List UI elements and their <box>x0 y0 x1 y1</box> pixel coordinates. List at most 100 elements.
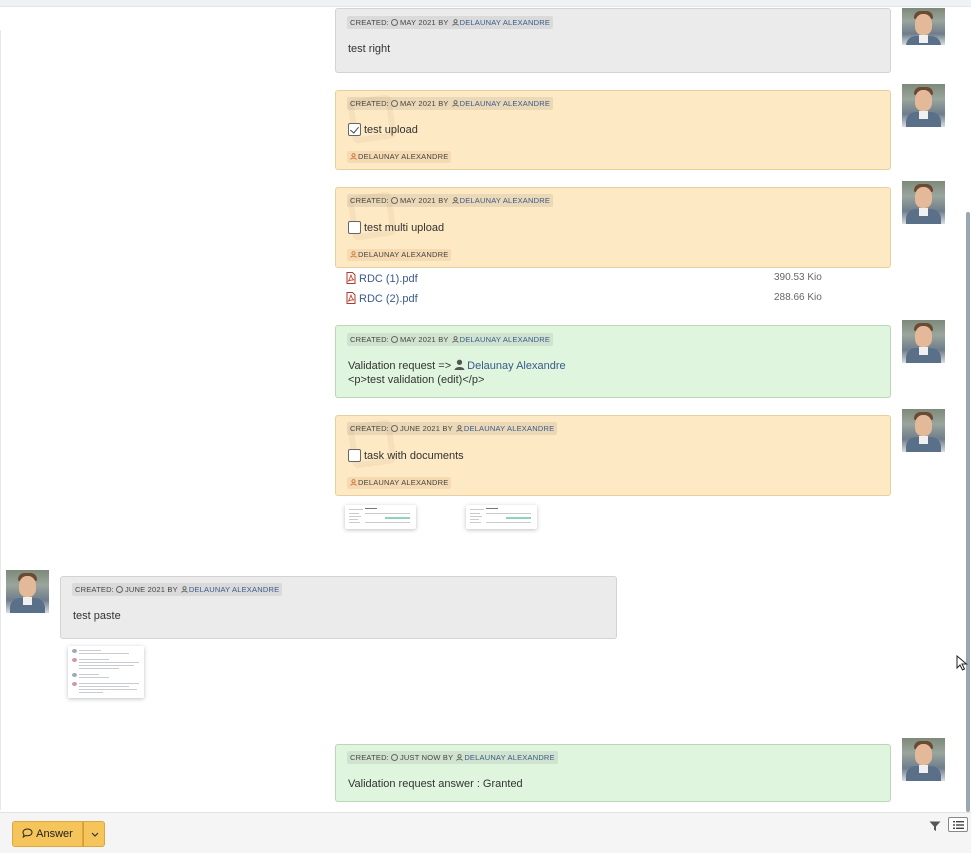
user-icon <box>181 586 188 593</box>
message-meta: CREATED: MAY 2021 BY DELAUNAY ALEXANDRE <box>347 97 554 110</box>
vertical-scrollbar[interactable] <box>966 212 970 812</box>
user-icon <box>451 336 459 343</box>
message-text: test right <box>348 43 391 55</box>
avatar <box>902 8 945 45</box>
filter-icon[interactable] <box>929 819 941 831</box>
by-label: BY <box>438 18 449 27</box>
clock-icon <box>115 586 123 593</box>
task-card: CREATED: MAY 2021 BY DELAUNAY ALEXANDRE te… <box>335 90 891 170</box>
clock-icon <box>390 197 398 204</box>
bottom-toolbar: Answer <box>0 812 971 853</box>
user-icon <box>454 359 465 370</box>
mouse-cursor-icon <box>956 654 968 671</box>
created-label: CREATED: <box>350 424 389 433</box>
created-label: CREATED: <box>350 99 389 108</box>
clock-icon <box>390 754 398 761</box>
task-text: test upload <box>364 124 418 136</box>
assignee-badge: DELAUNAY ALEXANDRE <box>347 151 452 163</box>
author-link[interactable]: DELAUNAY ALEXANDRE <box>460 196 550 205</box>
message-card: CREATED: JUNE 2021 BY DELAUNAY ALEXANDRE t… <box>60 576 617 639</box>
created-date: JUST NOW <box>399 753 441 762</box>
file-link[interactable]: RDC (1).pdf <box>359 273 418 285</box>
avatar <box>902 84 945 127</box>
message-meta: CREATED: JUNE 2021 BY DELAUNAY ALEXANDRE <box>347 422 558 435</box>
user-icon <box>350 251 357 258</box>
by-label: BY <box>442 424 453 433</box>
clock-icon <box>390 100 398 107</box>
user-icon <box>451 19 459 26</box>
by-label: BY <box>442 753 454 762</box>
clock-icon <box>390 19 398 26</box>
created-date: MAY 2021 <box>399 18 436 27</box>
avatar <box>902 320 945 363</box>
created-label: CREATED: <box>350 335 389 344</box>
validation-answer-card: CREATED: JUST NOW BY DELAUNAY ALEXANDRE Va… <box>335 744 891 802</box>
user-icon <box>456 425 463 432</box>
speech-bubble-icon <box>22 823 33 839</box>
created-label: CREATED: <box>350 753 389 762</box>
message-text: test paste <box>73 610 121 622</box>
created-date: JUNE 2021 <box>124 585 166 594</box>
created-label: CREATED: <box>350 196 389 205</box>
author-link[interactable]: DELAUNAY ALEXANDRE <box>460 99 550 108</box>
by-label: BY <box>438 335 449 344</box>
document-thumbnail[interactable] <box>466 505 537 529</box>
user-icon <box>451 197 459 204</box>
avatar <box>902 409 945 452</box>
by-label: BY <box>167 585 178 594</box>
created-date: JUNE 2021 <box>399 424 441 433</box>
task-card: CREATED: MAY 2021 BY DELAUNAY ALEXANDRE te… <box>335 187 891 268</box>
task-text: task with documents <box>364 450 464 462</box>
task-checkbox[interactable] <box>348 123 361 136</box>
author-link[interactable]: DELAUNAY ALEXANDRE <box>460 18 550 27</box>
assignee-name: DELAUNAY ALEXANDRE <box>358 250 449 259</box>
list-view-button[interactable] <box>948 817 968 832</box>
document-thumbnail[interactable] <box>345 505 416 529</box>
user-icon <box>350 479 357 486</box>
answer-options-button[interactable] <box>83 821 105 847</box>
author-link[interactable]: DELAUNAY ALEXANDRE <box>460 335 550 344</box>
task-text: test multi upload <box>364 222 445 234</box>
file-size: 288.66 Kio <box>774 292 822 303</box>
file-attachment[interactable]: RDC (2).pdf <box>346 292 418 305</box>
pdf-icon <box>346 292 356 304</box>
pdf-icon <box>346 272 356 284</box>
avatar <box>902 738 945 781</box>
task-card: CREATED: JUNE 2021 BY DELAUNAY ALEXANDRE t… <box>335 415 891 496</box>
message-meta: CREATED: JUNE 2021 BY DELAUNAY ALEXANDRE <box>72 583 283 596</box>
left-border <box>0 30 1 810</box>
validation-card: CREATED: MAY 2021 BY DELAUNAY ALEXANDRE Va… <box>335 325 891 398</box>
answer-button[interactable]: Answer <box>12 821 83 847</box>
assignee-badge: DELAUNAY ALEXANDRE <box>347 477 452 489</box>
author-link[interactable]: DELAUNAY ALEXANDRE <box>189 585 279 594</box>
avatar <box>902 181 945 224</box>
message-meta: CREATED: MAY 2021 BY DELAUNAY ALEXANDRE <box>347 16 554 29</box>
author-link[interactable]: DELAUNAY ALEXANDRE <box>464 753 554 762</box>
user-icon <box>451 100 459 107</box>
clock-icon <box>390 425 398 432</box>
created-label: CREATED: <box>350 18 389 27</box>
message-meta: CREATED: MAY 2021 BY DELAUNAY ALEXANDRE <box>347 333 554 346</box>
message-card: CREATED: MAY 2021 BY DELAUNAY ALEXANDRE te… <box>335 8 891 73</box>
created-date: MAY 2021 <box>399 335 436 344</box>
pasted-image-thumbnail[interactable] <box>68 646 144 698</box>
validation-message: <p>test validation (edit)</p> <box>348 374 485 386</box>
created-date: MAY 2021 <box>399 99 436 108</box>
file-size: 390.53 Kio <box>774 272 822 283</box>
assignee-name: DELAUNAY ALEXANDRE <box>358 478 449 487</box>
validator-link[interactable]: Delaunay Alexandre <box>467 360 565 372</box>
list-icon <box>953 821 964 829</box>
author-link[interactable]: DELAUNAY ALEXANDRE <box>464 424 554 433</box>
created-date: MAY 2021 <box>399 196 436 205</box>
file-link[interactable]: RDC (2).pdf <box>359 293 418 305</box>
by-label: BY <box>438 196 449 205</box>
file-attachment[interactable]: RDC (1).pdf <box>346 272 418 285</box>
assignee-badge: DELAUNAY ALEXANDRE <box>347 249 452 261</box>
task-checkbox[interactable] <box>348 221 361 234</box>
clock-icon <box>390 336 398 343</box>
answer-label: Answer <box>36 828 73 840</box>
top-bar <box>0 0 971 7</box>
task-checkbox[interactable] <box>348 449 361 462</box>
by-label: BY <box>438 99 449 108</box>
validation-prefix: Validation request => <box>348 360 452 372</box>
